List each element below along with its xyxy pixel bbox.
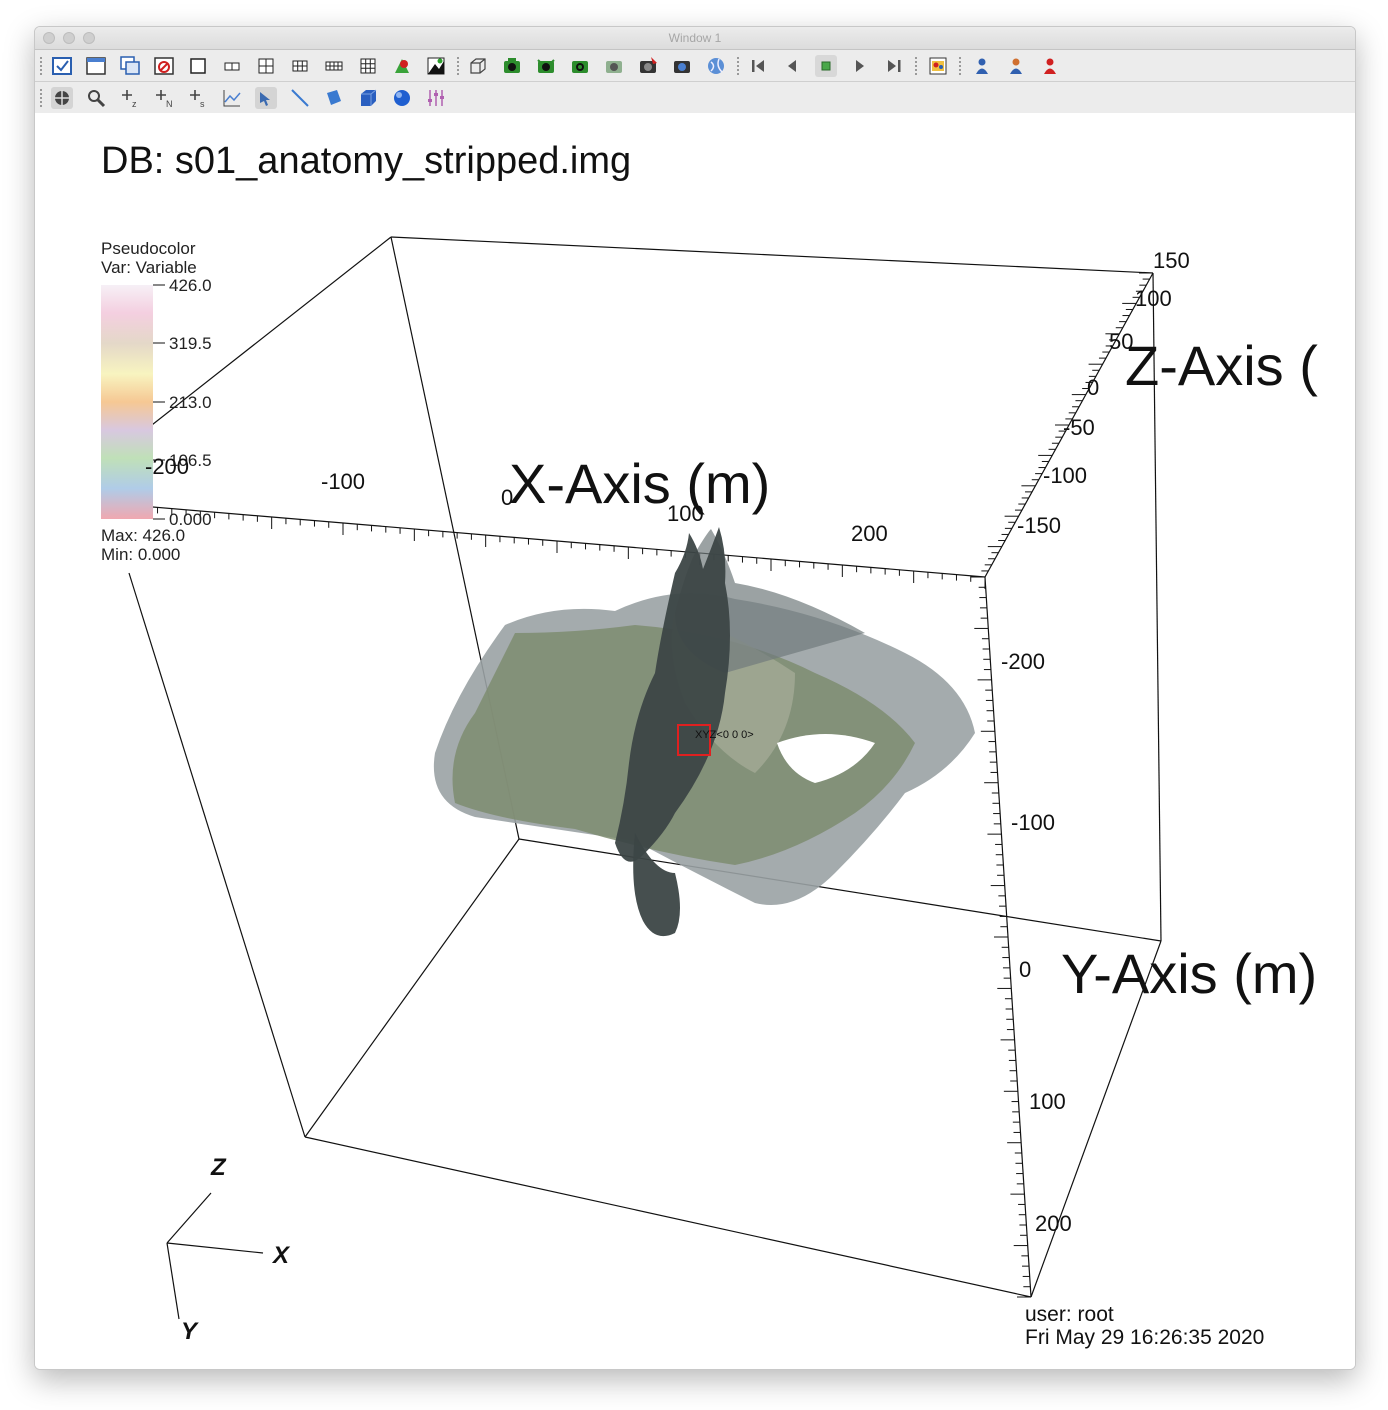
triad-x-label: X — [271, 1242, 291, 1269]
y-tick-label: 0 — [1019, 957, 1031, 982]
anatomy-slices: XYZ<0 0 0> — [433, 527, 975, 937]
lock-view-icon[interactable] — [671, 55, 693, 77]
z-tick-label: -150 — [1017, 513, 1061, 538]
first-frame-icon[interactable] — [747, 55, 769, 77]
timestamp: Fri May 29 16:26:35 2020 — [1025, 1326, 1264, 1349]
svg-text:z: z — [132, 99, 137, 109]
prev-frame-icon[interactable] — [781, 55, 803, 77]
legend-tick-3: 213.0 — [169, 393, 212, 412]
z-tick-label: 100 — [1135, 286, 1172, 311]
legend-color-bar — [101, 285, 153, 519]
toolbar-grip[interactable] — [40, 89, 44, 107]
play-icon[interactable] — [849, 55, 871, 77]
pick-zone-icon[interactable]: z — [119, 87, 141, 109]
svg-text:s: s — [200, 99, 205, 109]
z-tick-label: -50 — [1063, 415, 1095, 440]
invert-background-icon[interactable] — [391, 55, 413, 77]
pick-s-icon[interactable]: s — [187, 87, 209, 109]
svg-text:N: N — [166, 99, 173, 109]
interaction-toolbar: z N s — [35, 82, 1355, 115]
x-axis: -200 -100 0 100 200 X-Axis (m) — [145, 452, 888, 546]
copy-view-icon[interactable] — [637, 55, 659, 77]
toolbar-grip[interactable] — [40, 57, 44, 75]
navigate-icon[interactable] — [51, 87, 73, 109]
save-image-icon[interactable] — [569, 55, 591, 77]
layout-2x4-icon[interactable] — [323, 55, 345, 77]
color-legend: Pseudocolor Var: Variable 426.0 319.5 21… — [101, 239, 212, 564]
layout-2x3-icon[interactable] — [289, 55, 311, 77]
layout-1x2-icon[interactable] — [221, 55, 243, 77]
y-tick-label: 100 — [1029, 1089, 1066, 1114]
snapshot-icon[interactable] — [603, 55, 625, 77]
draw-plots-icon[interactable] — [501, 55, 523, 77]
z-axis-title: Z-Axis ( — [1125, 334, 1318, 397]
render-area[interactable]: DB: s01_anatomy_stripped.img XYZ<0 0 0> … — [35, 113, 1355, 1369]
triad-z-label: Z — [210, 1154, 227, 1181]
user-info: user: root — [1025, 1303, 1114, 1326]
window-title: Window 1 — [668, 31, 722, 45]
x-tick-label: -200 — [145, 454, 189, 479]
next-frame-icon[interactable] — [883, 55, 905, 77]
visit-window: Window 1 z N s DB: s01_anatomy_stripped.… — [34, 26, 1356, 1370]
delete-window-icon[interactable] — [153, 55, 175, 77]
z-tick-label: 150 — [1153, 248, 1190, 273]
sphere-tool-icon[interactable] — [391, 87, 413, 109]
active-window-icon[interactable] — [51, 55, 73, 77]
layout-3x3-icon[interactable] — [357, 55, 379, 77]
database-title: DB: s01_anatomy_stripped.img — [101, 140, 631, 182]
legend-tick-2: 319.5 — [169, 334, 212, 353]
layout-2x2-icon[interactable] — [255, 55, 277, 77]
toolbar-grip[interactable] — [737, 57, 741, 75]
stop-icon[interactable] — [815, 55, 837, 77]
box-tool-icon[interactable] — [357, 87, 379, 109]
pick-pointer-icon[interactable] — [255, 87, 277, 109]
axis-triad: X Z Y — [166, 1154, 291, 1345]
legend-max: Max: 426.0 — [101, 526, 185, 545]
legend-tick-max: 426.0 — [169, 276, 212, 295]
lock-time-icon[interactable] — [705, 55, 727, 77]
pick-node-icon[interactable]: N — [153, 87, 175, 109]
view-setting-icon[interactable] — [927, 55, 949, 77]
lineout-icon[interactable] — [221, 87, 243, 109]
add-operator-icon[interactable] — [1005, 55, 1027, 77]
y-axis-title: Y-Axis (m) — [1061, 942, 1317, 1005]
set-mode-icon[interactable] — [425, 55, 447, 77]
legend-plot-type: Pseudocolor — [101, 239, 196, 258]
y-tick-label: -200 — [1001, 649, 1045, 674]
triad-y-label: Y — [181, 1318, 199, 1345]
toolbar-grip[interactable] — [959, 57, 963, 75]
add-plot-icon[interactable] — [971, 55, 993, 77]
legend-min: Min: 0.000 — [101, 545, 180, 564]
clear-plots-icon[interactable] — [535, 55, 557, 77]
layout-1x1-icon[interactable] — [187, 55, 209, 77]
z-tick-label: 0 — [1087, 375, 1099, 400]
x-axis-title: X-Axis (m) — [509, 452, 770, 515]
line-tool-icon[interactable] — [289, 87, 311, 109]
y-tick-label: -100 — [1011, 810, 1055, 835]
main-toolbar — [35, 50, 1355, 82]
toolbar-grip[interactable] — [457, 57, 461, 75]
legend-var: Var: Variable — [101, 258, 197, 277]
z-tick-label: -100 — [1043, 463, 1087, 488]
zoom-icon[interactable] — [85, 87, 107, 109]
clone-window-icon[interactable] — [119, 55, 141, 77]
remove-icon[interactable] — [1039, 55, 1061, 77]
box-view-icon[interactable] — [467, 55, 489, 77]
x-tick-label: -100 — [321, 469, 365, 494]
x-tick-label: 200 — [851, 521, 888, 546]
toolbar-grip[interactable] — [915, 57, 919, 75]
z-axis: 150 100 50 0 -50 -100 -150 Z-Axis ( — [1017, 248, 1318, 538]
new-window-icon[interactable] — [85, 55, 107, 77]
axis-tool-icon[interactable] — [425, 87, 447, 109]
visualization-canvas[interactable]: DB: s01_anatomy_stripped.img XYZ<0 0 0> … — [35, 113, 1355, 1369]
y-tick-label: 200 — [1035, 1211, 1072, 1236]
title-bar: Window 1 — [35, 27, 1355, 50]
probe-label: XYZ<0 0 0> — [695, 729, 754, 741]
plane-tool-icon[interactable] — [323, 87, 345, 109]
